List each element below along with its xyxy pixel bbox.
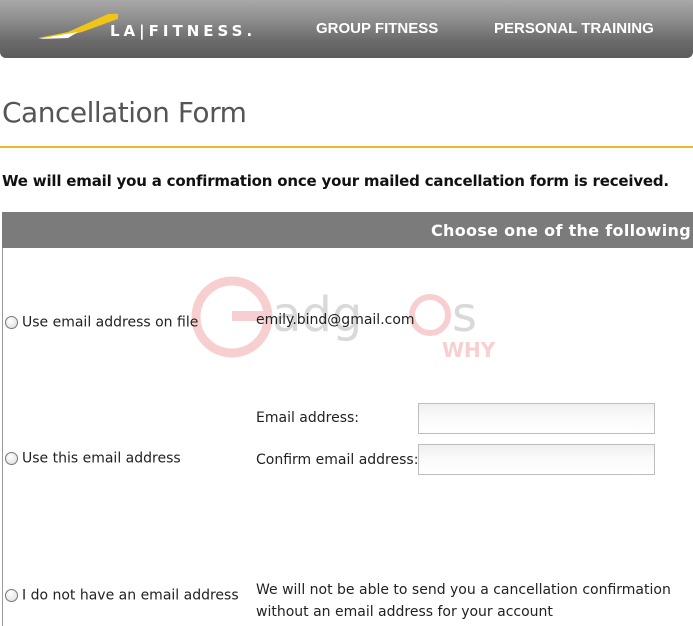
email-on-file-value: emily.bind@gmail.com <box>256 312 415 328</box>
radio-no-email[interactable] <box>5 589 18 602</box>
email-address-input[interactable] <box>418 403 655 434</box>
options-panel-title: Choose one of the following <box>431 221 691 240</box>
no-email-warning: We will not be able to send you a cancel… <box>256 582 671 620</box>
option-use-this-email[interactable]: Use this email address <box>5 448 181 467</box>
svg-text:s: s <box>452 287 477 343</box>
nav-personal-training[interactable]: PERSONAL TRAINING <box>494 20 654 37</box>
site-header: LA|FITNESS. GROUP FITNESS PERSONAL TRAIN… <box>0 0 693 58</box>
confirm-email-input[interactable] <box>418 444 655 475</box>
option-label: Use this email address <box>22 450 181 467</box>
confirm-email-label: Confirm email address: <box>256 452 419 468</box>
nav-group-fitness[interactable]: GROUP FITNESS <box>316 20 438 37</box>
radio-use-this-email[interactable] <box>5 452 18 465</box>
option-label: Use email address on file <box>22 314 199 331</box>
svg-text:WHY: WHY <box>442 338 496 362</box>
logo-swoosh-icon <box>38 13 118 39</box>
option-email-on-file[interactable]: Use email address on file <box>5 312 198 331</box>
panel-border <box>2 248 3 626</box>
page-title: Cancellation Form <box>2 96 247 129</box>
radio-email-on-file[interactable] <box>5 316 18 329</box>
options-panel-header: Choose one of the following <box>2 212 693 248</box>
logo-wordmark: LA|FITNESS. <box>110 22 257 40</box>
confirmation-notice: We will email you a confirmation once yo… <box>2 172 669 190</box>
option-label: I do not have an email address <box>22 587 239 604</box>
title-divider <box>0 146 693 148</box>
la-fitness-logo[interactable]: LA|FITNESS. <box>38 12 268 46</box>
email-address-label: Email address: <box>256 410 360 426</box>
option-no-email[interactable]: I do not have an email address <box>5 585 239 604</box>
